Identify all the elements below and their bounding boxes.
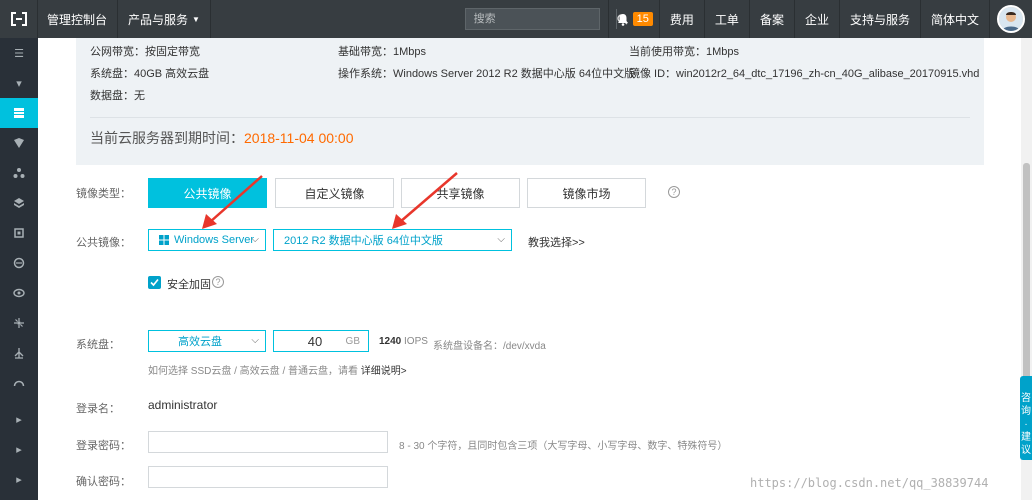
- notification-badge: 15: [632, 12, 653, 26]
- nav-fees[interactable]: 费用: [660, 0, 705, 38]
- expire-date: 2018-11-04 00:00: [244, 130, 354, 146]
- security-checkbox[interactable]: [148, 276, 161, 289]
- top-navbar: 管理控制台 产品与服务▼ 15 费用 工单 备案 企业 支持与服务 简体中文: [0, 0, 1032, 38]
- products-label: 产品与服务: [128, 12, 189, 27]
- disk-size-input[interactable]: 40 GB: [273, 330, 369, 352]
- user-avatar-button[interactable]: [990, 0, 1032, 38]
- os-select[interactable]: Windows Server ⌵: [148, 229, 266, 251]
- confirm-password-input[interactable]: [148, 466, 388, 488]
- iops-value: 1240: [379, 336, 402, 347]
- tab-public-image[interactable]: 公共镜像: [148, 178, 267, 208]
- security-label: 安全加固: [167, 279, 211, 291]
- expand-arrow-icon[interactable]: ▸: [0, 494, 38, 500]
- security-help-icon[interactable]: ?: [212, 276, 224, 288]
- rds-icon[interactable]: [0, 128, 38, 158]
- disk-hint-text: 如何选择 SSD云盘 / 高效云盘 / 普通云盘，请看 详细说明>: [148, 362, 407, 377]
- expire-label: 当前云服务器到期时间：: [90, 130, 244, 146]
- watermark-text: https://blog.csdn.net/qq_38839744: [750, 476, 989, 490]
- confirm-password-label: 确认密码：: [76, 476, 131, 488]
- nav-support[interactable]: 支持与服务: [840, 0, 921, 38]
- disk-size-unit: GB: [345, 336, 360, 347]
- disk-type-value: 高效云盘: [178, 336, 222, 348]
- info-divider: [90, 117, 970, 118]
- version-select-value: 2012 R2 数据中心版 64位中文版: [284, 235, 443, 247]
- tab-image-market[interactable]: 镜像市场: [527, 178, 646, 208]
- expand-arrow-icon[interactable]: ▸: [0, 434, 38, 464]
- disk-type-select[interactable]: 高效云盘 ⌵: [148, 330, 266, 352]
- search-box: [464, 8, 628, 30]
- search-input[interactable]: [465, 9, 616, 29]
- device-name-text: 系统盘设备名：/dev/xvda: [433, 341, 546, 352]
- image-type-label: 镜像类型：: [76, 188, 131, 200]
- base-bandwidth-text: 基础带宽：1Mbps: [338, 46, 427, 58]
- eye-icon[interactable]: [0, 278, 38, 308]
- menu-toggle-icon[interactable]: ☰: [0, 38, 38, 68]
- data-disk-text: 数据盘：无: [90, 90, 145, 102]
- iops-unit: IOPS: [404, 336, 428, 347]
- console-link[interactable]: 管理控制台: [38, 0, 119, 38]
- public-bandwidth-text: 公网带宽：按固定带宽: [90, 46, 200, 58]
- chip-icon[interactable]: [0, 218, 38, 248]
- os-select-value: Windows Server: [174, 234, 255, 246]
- instance-info-panel: 公网带宽：按固定带宽 基础带宽：1Mbps 当前使用带宽：1Mbps 系统盘：4…: [76, 38, 984, 165]
- disk-size-value: 40: [307, 334, 323, 349]
- cluster-icon[interactable]: [0, 158, 38, 188]
- os-text: 操作系统：Windows Server 2012 R2 数据中心版 64位中文版: [338, 68, 636, 80]
- chevron-down-icon: ⌵: [251, 335, 259, 346]
- cdn-icon[interactable]: [0, 248, 38, 278]
- storage-icon[interactable]: [0, 188, 38, 218]
- disk-hint: 如何选择 SSD云盘 / 高效云盘 / 普通云盘，请看: [148, 366, 359, 377]
- nav-filing[interactable]: 备案: [750, 0, 795, 38]
- tab-custom-image[interactable]: 自定义镜像: [275, 178, 394, 208]
- login-name-value: administrator: [148, 398, 218, 412]
- iops-text: 1240 IOPS: [379, 336, 428, 347]
- consult-feedback-tab[interactable]: 咨询·建议: [1020, 376, 1032, 460]
- nav-tickets[interactable]: 工单: [705, 0, 750, 38]
- arrowhead-1: [202, 214, 217, 229]
- system-disk-text: 系统盘：40GB 高效云盘: [90, 68, 210, 80]
- products-menu[interactable]: 产品与服务 ▼: [118, 0, 211, 38]
- notifications-button[interactable]: 15: [607, 0, 660, 38]
- sidebar: ☰ ▾ ▸ ▸ ▸ ▸: [0, 38, 38, 500]
- password-input[interactable]: [148, 431, 388, 453]
- tree-icon[interactable]: [0, 338, 38, 368]
- system-disk-label: 系统盘：: [76, 339, 120, 351]
- expand-arrow-icon[interactable]: ▸: [0, 464, 38, 494]
- current-bandwidth-text: 当前使用带宽：1Mbps: [629, 46, 740, 58]
- bell-icon: [617, 13, 628, 26]
- windows-icon: [159, 235, 169, 245]
- help-icon[interactable]: ?: [668, 186, 680, 198]
- chevron-down-icon: ⌵: [497, 234, 505, 245]
- expire-time: 当前云服务器到期时间：2018-11-04 00:00: [90, 128, 354, 148]
- network-icon[interactable]: [0, 308, 38, 338]
- chevron-down-icon: ⌵: [251, 234, 259, 245]
- version-select[interactable]: 2012 R2 数据中心版 64位中文版 ⌵: [273, 229, 512, 251]
- avatar: [997, 5, 1025, 33]
- tab-shared-image[interactable]: 共享镜像: [401, 178, 520, 208]
- expand-arrow-icon[interactable]: ▸: [0, 404, 38, 434]
- password-label: 登录密码：: [76, 440, 131, 452]
- disk-hint-link[interactable]: 详细说明>: [361, 366, 407, 377]
- choose-help-link[interactable]: 教我选择>>: [528, 234, 585, 250]
- nav-enterprise[interactable]: 企业: [795, 0, 840, 38]
- collapse-arrow-icon[interactable]: ▾: [0, 68, 38, 98]
- password-hint: 8 - 30 个字符，且同时包含三项（大写字母、小写字母、数字、特殊符号）: [399, 441, 728, 452]
- caret-down-icon: ▼: [192, 14, 200, 24]
- login-name-label: 登录名：: [76, 403, 120, 415]
- arrowhead-2: [392, 214, 407, 229]
- image-id-text: 镜像 ID：win2012r2_64_dtc_17196_zh-cn_40G_a…: [629, 68, 980, 80]
- ecs-icon[interactable]: [0, 98, 38, 128]
- aliyun-logo-icon[interactable]: [0, 0, 38, 38]
- gauge-icon[interactable]: [0, 368, 38, 398]
- nav-language[interactable]: 简体中文: [921, 0, 990, 38]
- public-image-label: 公共镜像：: [76, 237, 131, 249]
